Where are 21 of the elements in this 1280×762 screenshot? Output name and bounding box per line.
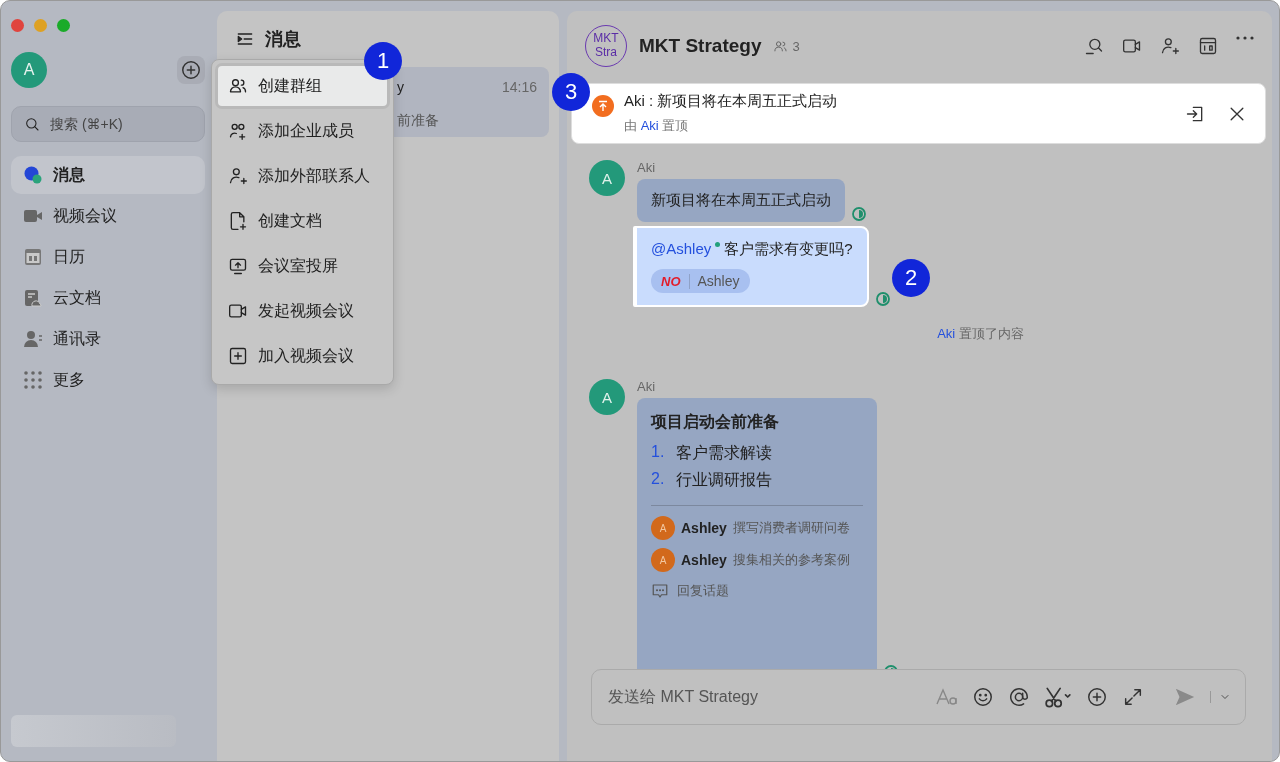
list-item: 客户需求解读 <box>676 443 773 463</box>
user-name: Ashley <box>681 552 727 568</box>
list-number: 1. <box>651 443 665 462</box>
sender-name: Aki <box>637 160 657 175</box>
sender-name: Aki <box>637 379 657 394</box>
message-text: 客户需求有变更吗? <box>724 240 853 259</box>
list-item: 行业调研报告 <box>676 470 773 490</box>
task-text: 搜集相关的参考案例 <box>732 551 850 569</box>
message-bubble: 新项目将在本周五正式启动 <box>637 179 845 222</box>
pinned-by-label: 由 <box>624 118 637 133</box>
pinned-by-label: 置顶 <box>662 118 689 133</box>
chat-title: MKT Strategy <box>639 35 762 57</box>
user-name: Ashley <box>681 520 727 536</box>
user-avatar: A <box>651 548 675 572</box>
pinned-text: Aki : 新项目将在本周五正式启动 <box>624 92 838 111</box>
card-title: 项目启动会前准备 <box>651 412 780 432</box>
task-text: 撰写消费者调研问卷 <box>732 519 850 537</box>
system-message: 置顶了内容 <box>958 326 1024 341</box>
user-avatar: A <box>651 516 675 540</box>
list-number: 2. <box>651 470 665 489</box>
panel-title: 消息 <box>265 28 301 51</box>
